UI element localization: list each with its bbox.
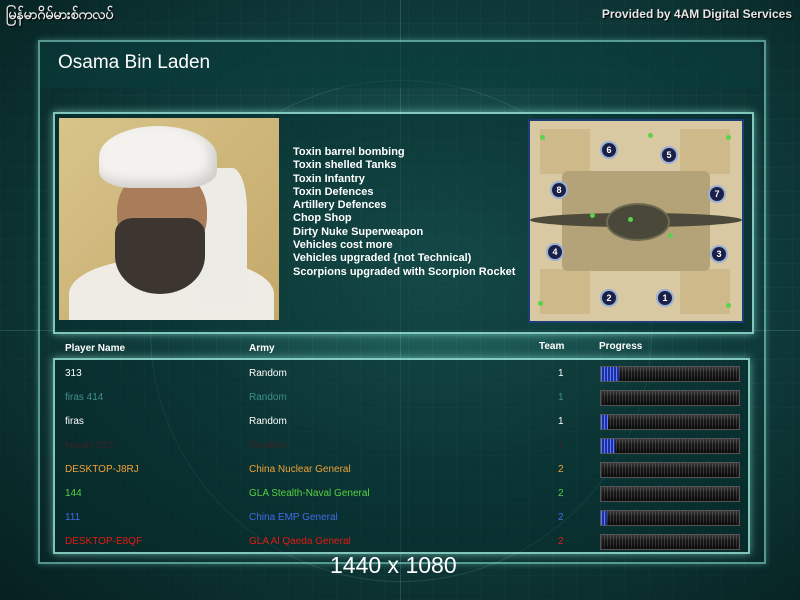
feature-item: Toxin Defences <box>293 185 374 198</box>
portrait-beard <box>115 218 205 294</box>
provider-credit: Provided by 4AM Digital Services <box>601 7 792 21</box>
map-terrain <box>680 129 730 174</box>
player-name: DESKTOP-E8QF <box>65 536 143 547</box>
player-row: DESKTOP-J8RJ China Nuclear General 2 <box>0 458 800 482</box>
progress-fill <box>601 439 615 453</box>
progress-fill <box>601 367 619 381</box>
resource-dot <box>628 217 633 222</box>
start-position-marker[interactable]: 2 <box>600 289 618 307</box>
feature-item: Toxin barrel bombing <box>293 146 405 158</box>
player-name: 144 <box>65 488 82 499</box>
start-position-marker[interactable]: 5 <box>660 146 678 164</box>
player-row: 144 GLA Stealth-Naval General 2 <box>0 482 800 506</box>
progress-bar <box>600 510 740 526</box>
player-team: 2 <box>558 488 564 499</box>
resource-dot <box>668 233 673 238</box>
top-left-title: မြန်မာဂိမ်မားစ်ကလပ် <box>6 7 114 23</box>
feature-item: Vehicles cost more <box>293 239 393 252</box>
progress-bar <box>600 534 740 550</box>
player-name: 313 <box>65 368 82 379</box>
progress-fill <box>601 511 607 525</box>
resource-dot <box>538 301 543 306</box>
player-team: 2 <box>558 464 564 475</box>
header-player-name: Player Name <box>65 343 126 354</box>
player-army: Random <box>249 416 287 427</box>
feature-item: Toxin Infantry <box>293 172 365 185</box>
player-name: firas <box>65 416 84 427</box>
resource-dot <box>726 135 731 140</box>
player-team: 1 <box>558 440 564 451</box>
start-position-marker[interactable]: 7 <box>708 185 726 203</box>
player-army: Random <box>249 368 287 379</box>
feature-item: Scorpions upgraded with Scorpion Rocket <box>293 265 516 278</box>
start-position-marker[interactable]: 1 <box>656 289 674 307</box>
player-army: Random <box>249 392 287 403</box>
map-preview: 6 5 8 7 4 3 2 1 <box>528 119 744 323</box>
general-features-list: Toxin barrel bombing Toxin shelled Tanks… <box>293 146 515 279</box>
map-terrain <box>540 269 590 314</box>
progress-bar <box>600 462 740 478</box>
header-team: Team <box>539 341 565 352</box>
map-lake <box>606 203 670 241</box>
general-portrait <box>59 118 279 320</box>
start-position-marker[interactable]: 6 <box>600 141 618 159</box>
player-team: 1 <box>558 416 564 427</box>
feature-item: Toxin shelled Tanks <box>293 159 397 172</box>
resource-dot <box>590 213 595 218</box>
player-name: firas 414 <box>65 392 104 403</box>
top-bar: မြန်မာဂိမ်မားစ်ကလပ် Provided by 4AM Digi… <box>0 0 800 30</box>
start-position-marker[interactable]: 8 <box>550 181 568 199</box>
player-name: hussin 515 <box>65 440 114 451</box>
player-name: 111 <box>65 512 81 523</box>
player-army: China EMP General <box>249 512 338 523</box>
map-terrain <box>680 269 730 314</box>
player-row: 111 China EMP General 2 <box>0 506 800 530</box>
feature-item: Vehicles upgraded {not Technical) <box>293 252 472 265</box>
player-row: hussin 515 Random 1 <box>0 434 800 458</box>
header-progress: Progress <box>599 341 643 352</box>
player-table-header: Player Name Army Team Progress <box>0 340 800 358</box>
header-army: Army <box>249 343 275 354</box>
feature-item: Artillery Defences <box>293 199 387 212</box>
player-army: China Nuclear General <box>249 464 351 475</box>
player-team: 2 <box>558 512 564 523</box>
player-army: GLA Stealth-Naval General <box>249 488 370 499</box>
player-team: 1 <box>558 368 564 379</box>
player-army: GLA Al Qaeda General <box>249 536 351 547</box>
feature-item: Chop Shop <box>293 212 352 225</box>
player-row: 313 Random 1 <box>0 362 800 386</box>
player-army: Random <box>249 440 287 451</box>
player-row: firas 414 Random 1 <box>0 386 800 410</box>
player-row: firas Random 1 <box>0 410 800 434</box>
progress-bar <box>600 390 740 406</box>
portrait-turban <box>99 126 217 188</box>
progress-bar <box>600 366 740 382</box>
general-name: Osama Bin Laden <box>58 52 211 73</box>
player-team: 1 <box>558 392 564 403</box>
progress-bar <box>600 486 740 502</box>
player-team: 2 <box>558 536 564 547</box>
resource-dot <box>648 133 653 138</box>
feature-item: Dirty Nuke Superweapon <box>293 225 424 238</box>
resolution-label: 1440 x 1080 <box>330 552 457 578</box>
progress-bar <box>600 438 740 454</box>
resource-dot <box>540 135 545 140</box>
start-position-marker[interactable]: 4 <box>546 243 564 261</box>
player-name: DESKTOP-J8RJ <box>65 464 139 475</box>
start-position-marker[interactable]: 3 <box>710 245 728 263</box>
progress-bar <box>600 414 740 430</box>
player-row: DESKTOP-E8QF GLA Al Qaeda General 2 <box>0 530 800 554</box>
resource-dot <box>726 303 731 308</box>
map-terrain <box>540 129 590 174</box>
progress-fill <box>601 415 608 429</box>
